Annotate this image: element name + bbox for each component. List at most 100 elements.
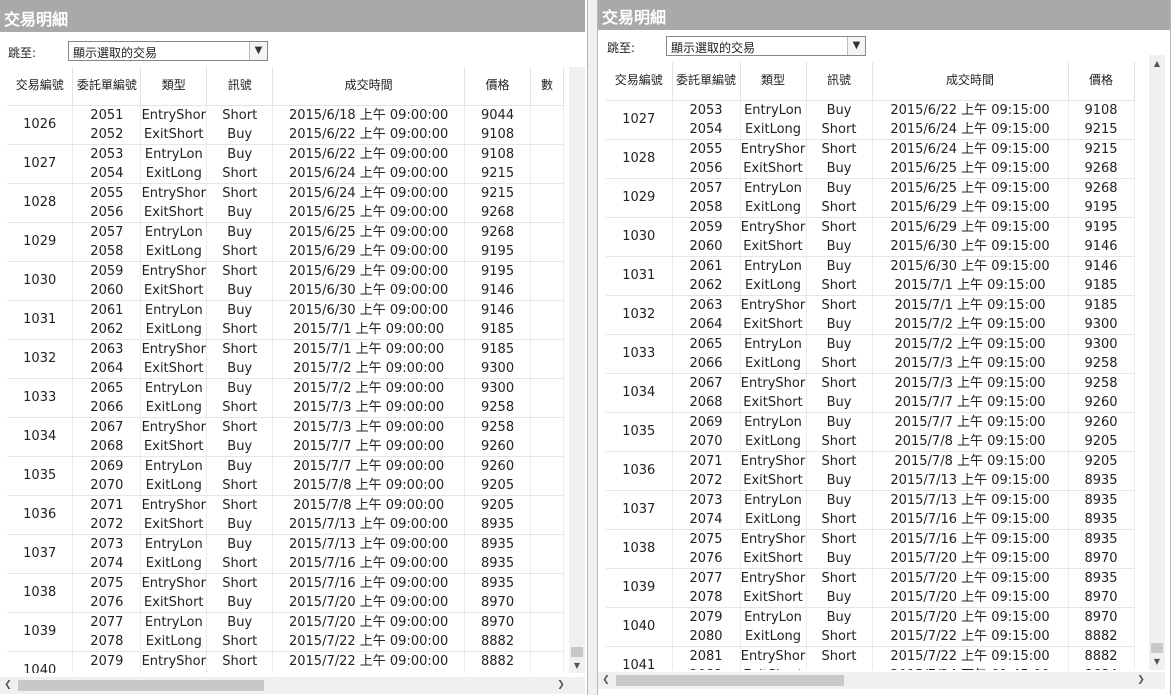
- time-cell[interactable]: 2015/7/1 上午 09:15:00: [872, 275, 1069, 296]
- time-cell[interactable]: 2015/7/22 上午 09:00:00: [272, 651, 466, 671]
- table-row[interactable]: 1041 2081 EntryShor Short 2015/7/22 上午 09:15…: [606, 646, 1135, 670]
- order-no-cell[interactable]: 2056: [72, 202, 142, 223]
- qty-cell[interactable]: [530, 222, 564, 242]
- type-cell[interactable]: ExitShort: [140, 670, 208, 673]
- signal-cell[interactable]: Short: [206, 319, 274, 340]
- table-row[interactable]: 1040 2079 EntryShor Short 2015/7/22 上午 09:00…: [7, 651, 564, 673]
- time-cell[interactable]: 2015/7/8 上午 09:15:00: [872, 431, 1069, 452]
- type-cell[interactable]: ExitShort: [140, 514, 208, 535]
- price-cell[interactable]: 9108: [464, 144, 531, 164]
- trade-id-cell[interactable]: 1027: [7, 144, 74, 184]
- type-cell[interactable]: EntryLon: [140, 222, 208, 242]
- chevron-down-icon[interactable]: ▼: [847, 37, 865, 55]
- table-row[interactable]: 1039 2077 EntryLon Buy 2015/7/20 上午 09:00:00…: [7, 612, 564, 652]
- price-cell[interactable]: 9205: [464, 475, 531, 496]
- time-cell[interactable]: 2015/7/16 上午 09:00:00: [272, 573, 466, 593]
- order-no-cell[interactable]: 2079: [672, 607, 741, 627]
- trade-id-cell[interactable]: 1041: [606, 646, 673, 670]
- jump-to-select[interactable]: 顯示選取的交易 ▼: [666, 36, 866, 56]
- vertical-scrollbar[interactable]: ▼: [569, 67, 585, 673]
- time-cell[interactable]: 2015/6/22 上午 09:00:00: [272, 124, 466, 145]
- table-row[interactable]: 1031 2061 EntryLon Buy 2015/6/30 上午 09:15:00…: [606, 256, 1135, 296]
- type-cell[interactable]: EntryLon: [740, 607, 807, 627]
- order-no-cell[interactable]: 2064: [72, 358, 142, 379]
- signal-cell[interactable]: Short: [806, 431, 873, 452]
- price-cell[interactable]: 9195: [1068, 217, 1135, 237]
- price-cell[interactable]: 9268: [464, 222, 531, 242]
- trade-id-cell[interactable]: 1033: [7, 378, 74, 418]
- qty-cell[interactable]: [530, 378, 564, 398]
- signal-cell[interactable]: Buy: [806, 587, 873, 608]
- signal-cell[interactable]: Short: [206, 631, 274, 652]
- order-no-cell[interactable]: 2081: [672, 646, 741, 666]
- table-row[interactable]: 1028 2055 EntryShor Short 2015/6/24 上午 09:00…: [7, 183, 564, 223]
- time-cell[interactable]: 2015/7/20 上午 09:00:00: [272, 612, 466, 632]
- signal-cell[interactable]: Short: [806, 509, 873, 530]
- time-cell[interactable]: 2015/6/25 上午 09:00:00: [272, 222, 466, 242]
- trade-id-cell[interactable]: 1032: [606, 295, 673, 335]
- time-cell[interactable]: 2015/7/8 上午 09:00:00: [272, 495, 466, 515]
- type-cell[interactable]: EntryLon: [740, 334, 807, 354]
- price-cell[interactable]: 8882: [1068, 626, 1135, 647]
- trade-id-cell[interactable]: 1036: [7, 495, 74, 535]
- table-row[interactable]: 2078 ExitLong Short 2015/7/22 上午 09:00:00 88…: [7, 631, 564, 652]
- qty-cell[interactable]: [530, 300, 564, 320]
- table-row[interactable]: 1027 2053 EntryLon Buy 2015/6/22 上午 09:15:00…: [606, 100, 1135, 140]
- price-cell[interactable]: 9108: [1068, 100, 1135, 120]
- table-row[interactable]: 2074 ExitLong Short 2015/7/16 上午 09:15:00 89…: [606, 509, 1135, 530]
- type-cell[interactable]: ExitShort: [140, 202, 208, 223]
- price-cell[interactable]: 8935: [464, 573, 531, 593]
- table-row[interactable]: 2060 ExitShort Buy 2015/6/30 上午 09:15:00 914…: [606, 236, 1135, 257]
- price-cell[interactable]: 8935: [464, 534, 531, 554]
- table-row[interactable]: 2082ExitShortopen2015/7/24 下午 01:45:0086…: [606, 665, 1135, 670]
- table-row[interactable]: 1034 2067 EntryShor Short 2015/7/3 上午 09:15:…: [606, 373, 1135, 413]
- signal-cell[interactable]: Buy: [206, 202, 274, 223]
- column-header[interactable]: 交易編號: [606, 62, 673, 101]
- type-cell[interactable]: EntryShor: [140, 261, 208, 281]
- type-cell[interactable]: EntryShor: [140, 651, 208, 671]
- price-cell[interactable]: 9205: [1068, 431, 1135, 452]
- signal-cell[interactable]: Short: [806, 197, 873, 218]
- price-cell[interactable]: 8935: [1068, 568, 1135, 588]
- trade-id-cell[interactable]: 1039: [7, 612, 74, 652]
- time-cell[interactable]: 2015/6/25 上午 09:00:00: [272, 202, 466, 223]
- qty-cell[interactable]: [530, 397, 564, 418]
- time-cell[interactable]: 2015/7/3 上午 09:15:00: [872, 353, 1069, 374]
- time-cell[interactable]: 2015/7/13 上午 09:15:00: [872, 490, 1069, 510]
- signal-cell[interactable]: Short: [206, 261, 274, 281]
- qty-cell[interactable]: [530, 631, 564, 652]
- time-cell[interactable]: 2015/6/30 上午 09:00:00: [272, 300, 466, 320]
- price-cell[interactable]: 8882: [464, 651, 531, 671]
- price-cell[interactable]: 8970: [1068, 548, 1135, 569]
- trade-id-cell[interactable]: 1040: [606, 607, 673, 647]
- order-no-cell[interactable]: 2070: [672, 431, 741, 452]
- table-row[interactable]: 1029 2057 EntryLon Buy 2015/6/25 上午 09:00:00…: [7, 222, 564, 262]
- table-row[interactable]: 1035 2069 EntryLon Buy 2015/7/7 上午 09:15:00 9…: [606, 412, 1135, 452]
- scroll-thumb[interactable]: [18, 680, 264, 691]
- signal-cell[interactable]: Short: [206, 163, 274, 184]
- order-no-cell[interactable]: 2054: [72, 163, 142, 184]
- price-cell[interactable]: 9146: [464, 280, 531, 301]
- time-cell[interactable]: 2015/7/24 下午 01:45:00: [272, 670, 466, 673]
- signal-cell[interactable]: Buy: [806, 470, 873, 491]
- order-no-cell[interactable]: 2078: [72, 631, 142, 652]
- type-cell[interactable]: ExitLong: [140, 163, 208, 184]
- signal-cell[interactable]: Buy: [806, 178, 873, 198]
- order-no-cell[interactable]: 2053: [672, 100, 741, 120]
- signal-cell[interactable]: Buy: [806, 256, 873, 276]
- table-row[interactable]: 2052 ExitShort Buy 2015/6/22 上午 09:00:00 910…: [7, 124, 564, 145]
- qty-cell[interactable]: [530, 592, 564, 613]
- signal-cell[interactable]: Short: [806, 646, 873, 666]
- price-cell[interactable]: 9268: [1068, 158, 1135, 179]
- table-row[interactable]: 2064 ExitShort Buy 2015/7/2 上午 09:15:00 9300: [606, 314, 1135, 335]
- qty-cell[interactable]: [530, 261, 564, 281]
- order-no-cell[interactable]: 2059: [72, 261, 142, 281]
- order-no-cell[interactable]: 2070: [72, 475, 142, 496]
- price-cell[interactable]: 9215: [464, 163, 531, 184]
- time-cell[interactable]: 2015/7/22 上午 09:15:00: [872, 646, 1069, 666]
- signal-cell[interactable]: Short: [206, 553, 274, 574]
- order-no-cell[interactable]: 2062: [672, 275, 741, 296]
- signal-cell[interactable]: Buy: [206, 378, 274, 398]
- order-no-cell[interactable]: 2062: [72, 319, 142, 340]
- qty-cell[interactable]: [530, 319, 564, 340]
